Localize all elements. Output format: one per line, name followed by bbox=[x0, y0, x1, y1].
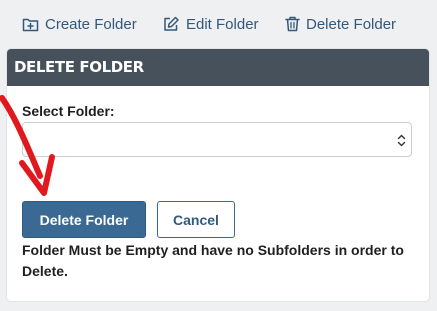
folder-plus-icon bbox=[22, 17, 39, 32]
delete-folder-panel: DELETE FOLDER Select Folder: Delete Fold… bbox=[7, 49, 429, 301]
delete-folder-button[interactable]: Delete Folder bbox=[22, 201, 146, 238]
create-folder-label: Create Folder bbox=[45, 15, 137, 33]
folder-toolbar: Create Folder Edit Folder Delete Folder bbox=[0, 0, 437, 46]
chevron-updown-icon bbox=[397, 134, 406, 152]
select-folder-label: Select Folder: bbox=[22, 103, 115, 119]
edit-icon bbox=[163, 16, 180, 32]
trash-icon bbox=[285, 16, 300, 32]
cancel-button[interactable]: Cancel bbox=[157, 201, 235, 238]
panel-title: DELETE FOLDER bbox=[7, 49, 429, 86]
edit-folder-label: Edit Folder bbox=[186, 15, 259, 33]
create-folder-button[interactable]: Create Folder bbox=[22, 14, 137, 34]
delete-folder-label: Delete Folder bbox=[306, 15, 397, 33]
delete-folder-tab[interactable]: Delete Folder bbox=[285, 14, 396, 34]
delete-requirement-note: Folder Must be Empty and have no Subfold… bbox=[22, 242, 404, 279]
edit-folder-button[interactable]: Edit Folder bbox=[163, 14, 259, 34]
folder-select[interactable] bbox=[22, 122, 412, 157]
